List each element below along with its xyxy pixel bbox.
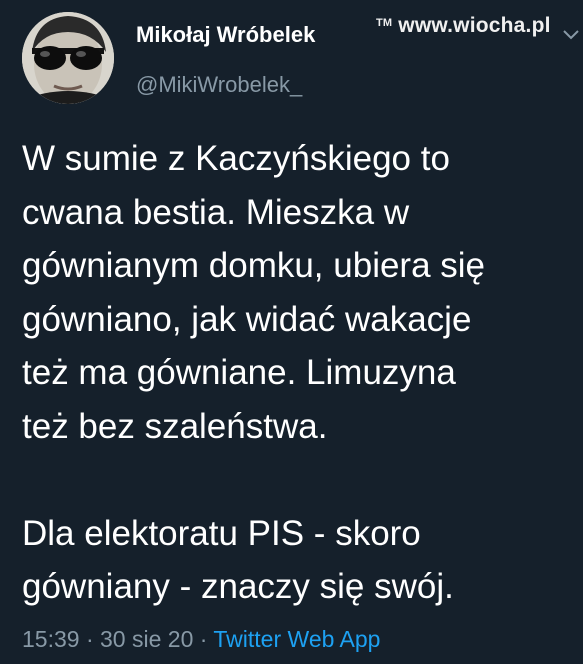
author-display-name[interactable]: Mikołaj Wróbelek	[136, 22, 315, 48]
tweet-line: też bez szaleństwa.	[22, 406, 328, 446]
tweet-time[interactable]: 15:39	[22, 626, 80, 652]
tweet-meta: 15:39 · 30 sie 20 · Twitter Web App	[22, 626, 380, 653]
watermark: TM www.wiocha.pl	[376, 14, 551, 38]
tweet-line: gówniano, jak widać wakacje	[22, 299, 472, 339]
tweet-date[interactable]: 30 sie 20	[100, 626, 193, 652]
author-handle[interactable]: @MikiWrobelek_	[136, 72, 302, 98]
tweet-line: też ma gówniane. Limuzyna	[22, 353, 456, 392]
tweet-source-link[interactable]: Twitter Web App	[213, 626, 380, 652]
watermark-site: www.wiocha.pl	[398, 14, 551, 37]
tweet-line: W sumie z Kaczyńskiego to	[22, 139, 450, 178]
chevron-down-icon[interactable]	[563, 30, 579, 40]
tweet-line: cwana bestia. Mieszka w	[22, 192, 410, 232]
avatar-image	[22, 12, 114, 104]
avatar[interactable]	[22, 12, 114, 104]
tweet-line: Dla elektoratu PIS - skoro	[22, 513, 421, 553]
tweet-card: Mikołaj Wróbelek @MikiWrobelek_ TM www.wi…	[0, 0, 583, 664]
meta-separator: ·	[79, 626, 101, 652]
watermark-tm: TM	[376, 17, 393, 29]
tweet-text: W sumie z Kaczyńskiego to cwana bestia. …	[22, 132, 578, 614]
tweet-line: gówniany - znaczy się swój.	[22, 567, 454, 606]
meta-separator: ·	[193, 626, 214, 652]
tweet-line: gównianym domku, ubiera się	[22, 246, 486, 285]
